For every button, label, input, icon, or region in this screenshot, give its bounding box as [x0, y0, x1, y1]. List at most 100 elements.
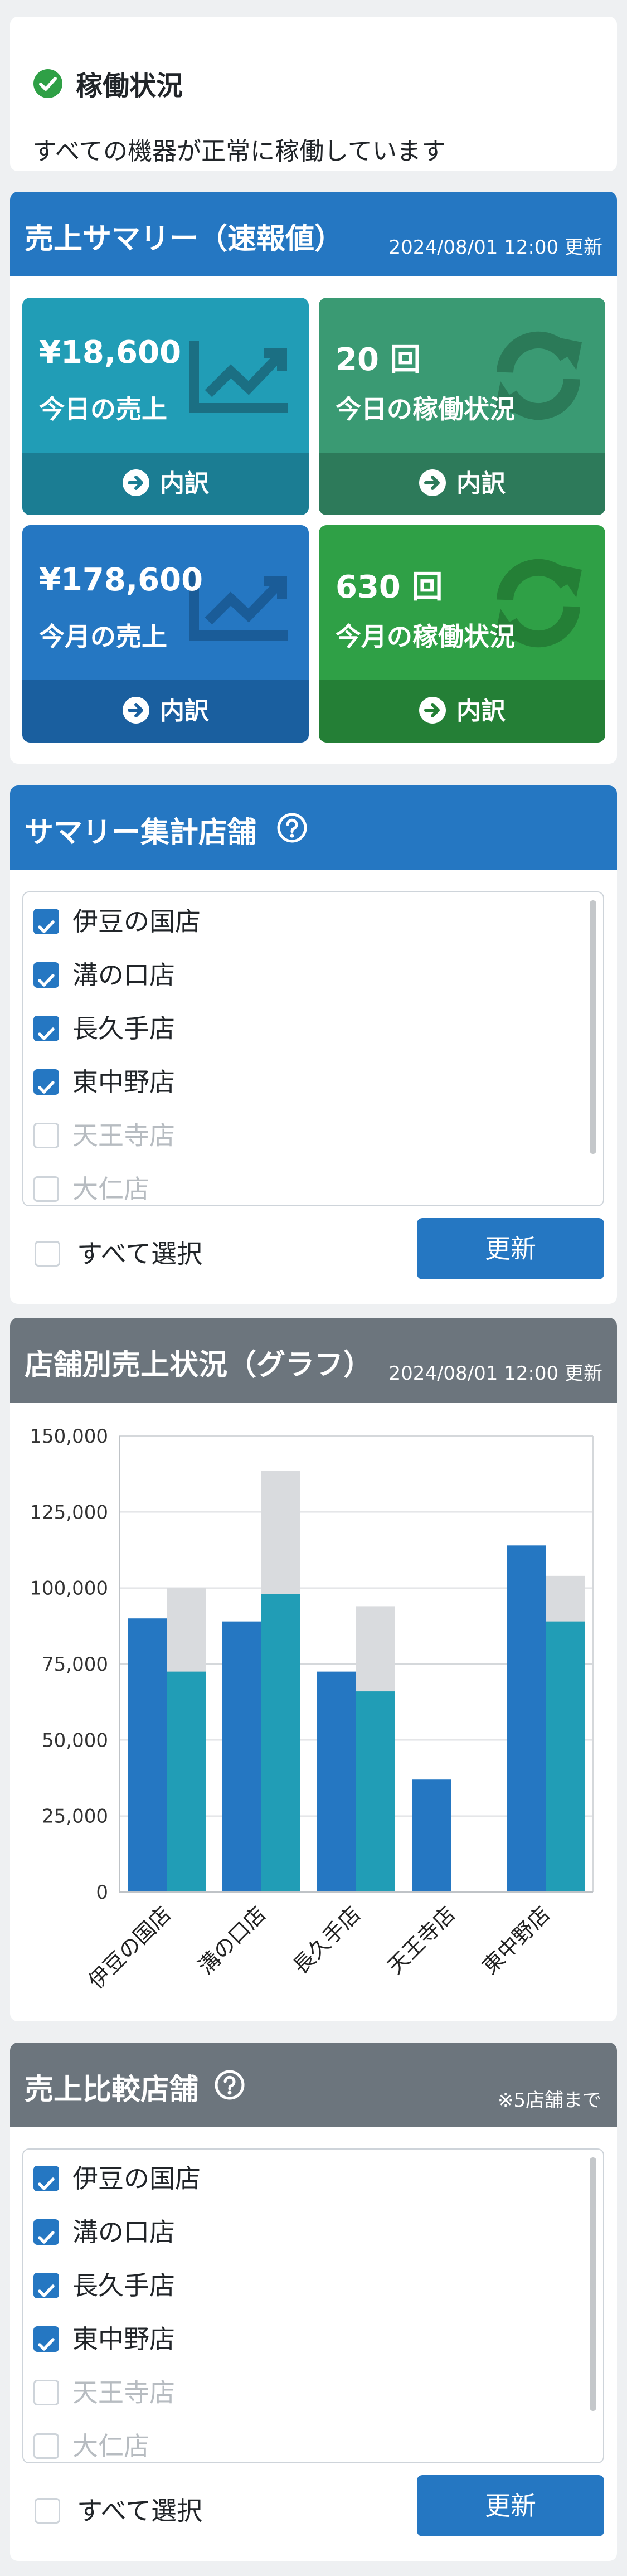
tile-label: 今月の稼働状況	[336, 622, 515, 652]
store-checkbox-item[interactable]: 東中野店	[33, 2317, 175, 2361]
checkbox[interactable]	[33, 2272, 59, 2298]
store-label: 伊豆の国店	[72, 906, 201, 937]
bar-series2	[167, 1671, 206, 1892]
checkbox[interactable]	[35, 1240, 60, 1267]
store-label: 溝の口店	[72, 960, 175, 990]
checkmark-icon	[38, 2177, 55, 2190]
y-tick-label: 150,000	[30, 1425, 108, 1448]
sales-summary-header: 売上サマリー（速報値） 2024/08/01 12:00 更新	[10, 192, 617, 276]
bar-series2	[546, 1621, 585, 1892]
store-checkbox-item[interactable]: 大仁店	[33, 2424, 149, 2462]
select-all-checkbox[interactable]: すべて選択	[35, 2488, 202, 2533]
today-sales-tile: ¥18,600 今日の売上 内訳	[22, 298, 309, 515]
checkbox[interactable]	[33, 962, 59, 988]
checkbox[interactable]	[33, 2219, 59, 2245]
x-tick-label: 伊豆の国店	[84, 1901, 176, 1993]
tile-label: 今日の売上	[39, 394, 167, 424]
checkmark-icon	[38, 2337, 55, 2351]
bar-series2	[261, 1594, 300, 1892]
store-label: 天王寺店	[72, 2378, 175, 2408]
store-label: 長久手店	[72, 1013, 175, 1044]
checkmark-icon	[38, 1080, 55, 1094]
checkbox[interactable]	[33, 1122, 59, 1148]
store-checkbox-item[interactable]: 溝の口店	[33, 953, 175, 997]
arrow-circle-right-icon	[419, 697, 446, 724]
detail-button[interactable]: 内訳	[22, 453, 309, 515]
arrow-circle-right-icon	[123, 697, 149, 724]
update-button[interactable]: 更新	[417, 2475, 604, 2536]
store-checkbox-item[interactable]: 天王寺店	[33, 1113, 175, 1158]
checkbox[interactable]	[33, 1015, 59, 1041]
y-tick-label: 125,000	[30, 1501, 108, 1524]
update-button[interactable]: 更新	[417, 1218, 604, 1279]
checkmark-icon	[38, 2284, 55, 2297]
checkmark-icon	[38, 1027, 55, 1040]
detail-button-label: 内訳	[160, 697, 209, 725]
checkmark-icon	[38, 920, 55, 933]
status-card: 稼働状況 すべての機器が正常に稼働しています	[10, 17, 617, 171]
bar-series1	[412, 1779, 451, 1892]
detail-button-label: 内訳	[456, 697, 506, 725]
bar-series1	[317, 1671, 356, 1892]
compare-limit-note: ※5店舗まで	[497, 2089, 601, 2112]
checkbox[interactable]	[33, 908, 59, 934]
select-all-label: すべて選択	[77, 2496, 202, 2526]
y-tick-label: 25,000	[42, 1806, 108, 1828]
store-label: 溝の口店	[72, 2217, 175, 2247]
tile-label: 今月の売上	[39, 622, 167, 652]
checkbox[interactable]	[33, 1176, 59, 1202]
tile-label: 今日の稼働状況	[336, 394, 515, 424]
detail-button-label: 内訳	[456, 469, 506, 498]
arrow-circle-right-icon	[419, 469, 446, 496]
scrollbar[interactable]	[590, 2157, 596, 2411]
store-checkbox-item[interactable]: 長久手店	[33, 2263, 175, 2308]
sales-summary-title: 売上サマリー（速報値）	[25, 222, 344, 256]
store-label: 天王寺店	[72, 1120, 175, 1151]
store-label: 東中野店	[72, 1067, 175, 1097]
detail-button[interactable]: 内訳	[319, 453, 605, 515]
month-sales-tile: ¥178,600 今月の売上 内訳	[22, 525, 309, 743]
month-operation-tile: 630 回 今月の稼働状況 内訳	[319, 525, 605, 743]
store-checkbox-list[interactable]: 伊豆の国店溝の口店長久手店東中野店天王寺店大仁店	[22, 891, 604, 1206]
checkbox[interactable]	[33, 2433, 59, 2459]
checkmark-icon	[38, 2230, 55, 2244]
checkbox[interactable]	[33, 2379, 59, 2405]
store-checkbox-item[interactable]: 溝の口店	[33, 2210, 175, 2254]
bar-series1	[128, 1618, 167, 1892]
today-operation-tile: 20 回 今日の稼働状況 内訳	[319, 298, 605, 515]
scrollbar[interactable]	[590, 900, 596, 1154]
store-checkbox-item[interactable]: 大仁店	[33, 1167, 149, 1205]
x-tick-label: 溝の口店	[193, 1901, 271, 1979]
checkbox[interactable]	[33, 1069, 59, 1095]
bar-series1	[222, 1621, 261, 1892]
store-checkbox-item[interactable]: 天王寺店	[33, 2370, 175, 2415]
bar-series1	[507, 1545, 546, 1892]
help-icon[interactable]	[214, 2069, 245, 2100]
store-checkbox-item[interactable]: 伊豆の国店	[33, 2156, 201, 2201]
y-tick-label: 100,000	[30, 1578, 108, 1600]
checkbox[interactable]	[35, 2497, 60, 2524]
store-checkbox-item[interactable]: 伊豆の国店	[33, 899, 201, 944]
summary-stores-card: サマリー集計店舗 伊豆の国店 溝の口店 長久手店 東中野店 天王寺店 大仁店 すべて選択 …	[10, 785, 617, 1304]
store-checkbox-list[interactable]: 伊豆の国店溝の口店長久手店東中野店天王寺店大仁店	[22, 2148, 604, 2463]
store-label: 大仁店	[72, 2431, 149, 2461]
tile-value: ¥18,600	[39, 334, 182, 371]
y-tick-label: 50,000	[42, 1729, 108, 1752]
compare-stores-card: 売上比較店舗 ※5店舗まで 伊豆の国店溝の口店長久手店東中野店天王寺店大仁店 す…	[10, 2043, 617, 2561]
chart-header: 店舗別売上状況（グラフ） 2024/08/01 12:00 更新	[10, 1318, 617, 1403]
help-icon[interactable]	[276, 812, 308, 843]
select-all-checkbox[interactable]: すべて選択	[35, 1231, 202, 1276]
compare-stores-header: 売上比較店舗 ※5店舗まで	[10, 2043, 617, 2127]
detail-button[interactable]: 内訳	[22, 680, 309, 743]
store-checkbox-item[interactable]: 東中野店	[33, 1060, 175, 1104]
summary-stores-title: サマリー集計店舗	[25, 816, 257, 850]
detail-button[interactable]: 内訳	[319, 680, 605, 743]
checkbox[interactable]	[33, 2326, 59, 2352]
store-checkbox-item[interactable]: 長久手店	[33, 1006, 175, 1051]
checkbox[interactable]	[33, 2165, 59, 2191]
store-label: 大仁店	[72, 1174, 149, 1204]
bar-series2	[356, 1691, 395, 1892]
x-tick-label: 長久手店	[288, 1901, 366, 1979]
status-title: 稼働状況	[76, 70, 183, 101]
store-label: 長久手店	[72, 2271, 175, 2301]
